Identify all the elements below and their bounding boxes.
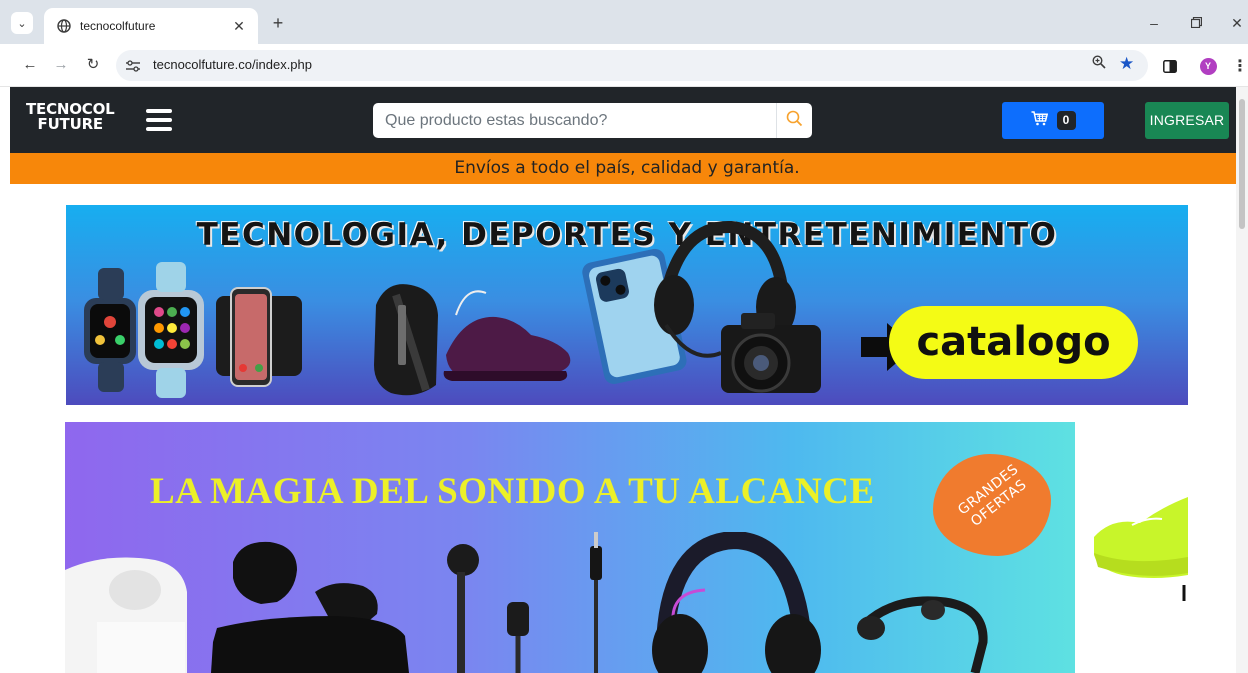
catalog-button[interactable]: catalogo — [889, 306, 1138, 379]
search-icon — [786, 110, 803, 132]
close-window-icon[interactable]: ✕ — [1226, 13, 1248, 33]
shopping-cart-icon — [1031, 110, 1048, 131]
sneaker-illustration — [1094, 497, 1188, 601]
profile-avatar[interactable]: Y — [1198, 56, 1218, 76]
login-button[interactable]: INGRESAR — [1145, 102, 1229, 139]
site-logo[interactable]: TECNOCOL FUTURE — [26, 102, 115, 132]
globe-icon — [56, 19, 71, 34]
page-scrollbar[interactable] — [1236, 87, 1248, 673]
hamburger-menu-icon[interactable] — [146, 109, 172, 133]
smartwatch-illustration — [84, 262, 302, 398]
page-viewport: TECNOCOL FUTURE 0 INGRESAR Envíos a todo… — [0, 87, 1248, 673]
url-text[interactable]: tecnocolfuture.co/index.php — [153, 57, 312, 72]
back-arrow-icon[interactable]: ← — [19, 54, 41, 76]
cart-button[interactable]: 0 — [1002, 102, 1104, 139]
carousel-next-banner[interactable] — [1092, 497, 1188, 607]
backpack-and-shoe-illustration — [374, 284, 571, 396]
cart-count-badge: 0 — [1056, 111, 1076, 130]
phone-headset-camera-illustration — [582, 220, 821, 393]
restore-icon[interactable] — [1185, 13, 1207, 33]
browser-toolbar: ← → ↻ tecnocolfuture.co/index.php ★ Y ⋮ — [0, 44, 1248, 87]
banner-headline: LA MAGIA DEL SONIDO A TU ALCANCE — [150, 471, 875, 512]
new-tab-plus-icon[interactable]: + — [268, 13, 288, 33]
tab-search-chevron-icon[interactable]: ⌄ — [11, 12, 33, 34]
tab-title: tecnocolfuture — [80, 19, 156, 33]
bookmark-star-icon[interactable]: ★ — [1119, 54, 1134, 74]
audio-products-illustration — [65, 532, 988, 673]
forward-arrow-icon[interactable]: → — [50, 54, 72, 76]
hero-banner-catalog[interactable]: TECNOLOGIA, DEPORTES Y ENTRETENIMIENTO c… — [66, 205, 1188, 405]
shipping-notice-bar: Envíos a todo el país, calidad y garantí… — [10, 153, 1244, 184]
audio-promo-banner[interactable]: LA MAGIA DEL SONIDO A TU ALCANCE GRANDES… — [65, 422, 1075, 673]
site-settings-icon[interactable] — [124, 57, 142, 74]
profile-initial: Y — [1199, 57, 1217, 75]
browser-menu-icon[interactable]: ⋮ — [1230, 56, 1248, 76]
zoom-magnifier-icon[interactable] — [1092, 55, 1106, 72]
reload-icon[interactable]: ↻ — [82, 54, 104, 76]
product-search — [373, 103, 812, 138]
side-panel-icon[interactable] — [1160, 56, 1180, 76]
search-input[interactable] — [373, 103, 776, 138]
browser-tab[interactable]: tecnocolfuture ✕ — [44, 8, 258, 44]
search-button[interactable] — [776, 103, 812, 138]
browser-tab-strip: ⌄ tecnocolfuture ✕ + – ✕ — [0, 0, 1248, 44]
logo-line-2: FUTURE — [37, 115, 104, 133]
scrollbar-thumb[interactable] — [1239, 99, 1245, 229]
minimize-icon[interactable]: – — [1143, 13, 1165, 33]
tab-close-icon[interactable]: ✕ — [230, 18, 248, 35]
address-bar[interactable]: tecnocolfuture.co/index.php ★ — [116, 50, 1148, 81]
site-navbar: TECNOCOL FUTURE 0 INGRESAR — [10, 87, 1244, 153]
